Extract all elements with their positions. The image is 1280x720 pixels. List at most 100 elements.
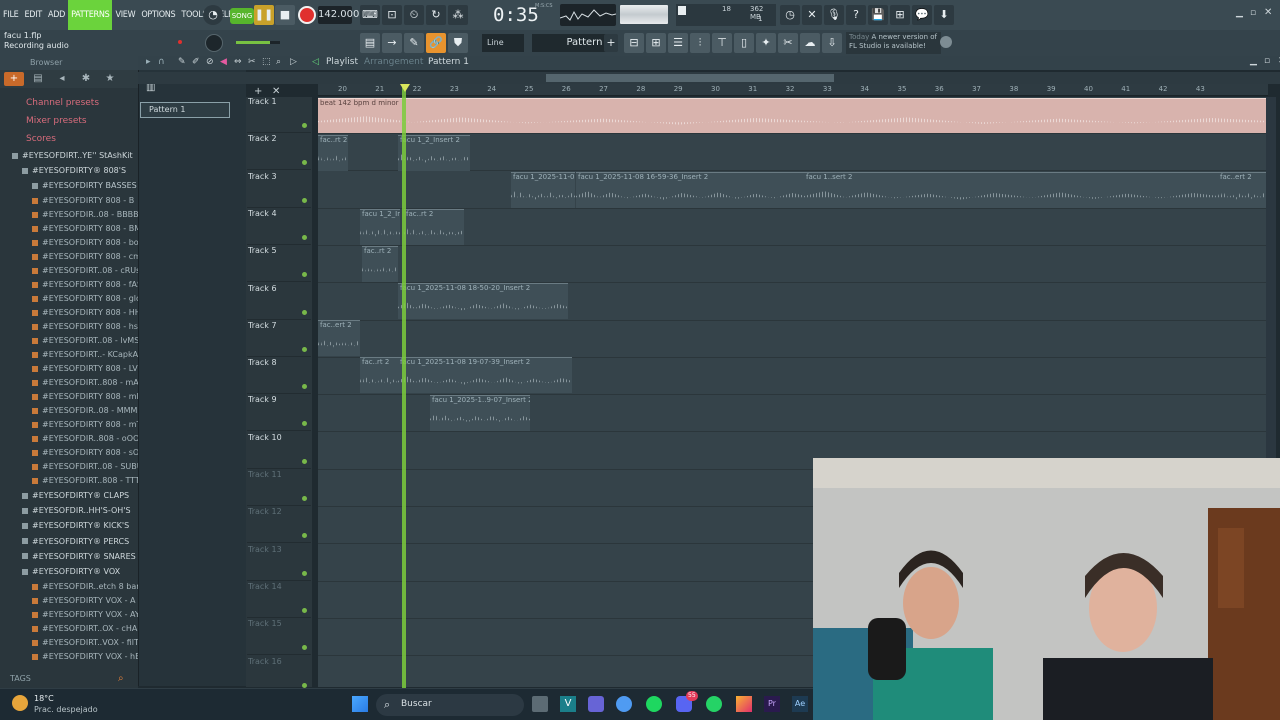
project-icon[interactable]: ▯ xyxy=(734,33,754,53)
news-panel[interactable]: Today A newer version of FL Studio is av… xyxy=(846,32,941,54)
playlist-pattern[interactable]: Pattern 1 xyxy=(428,57,469,67)
track-mute-led[interactable] xyxy=(302,384,307,390)
track-header[interactable]: Track 6 xyxy=(247,284,311,320)
audio-clip[interactable]: facu 1_2025-11-08 18-50-20_Insert 2 xyxy=(398,283,568,319)
track-mute-led[interactable] xyxy=(302,234,307,240)
track-header[interactable]: Track 9 xyxy=(247,395,311,432)
paste-icon[interactable]: ✎ xyxy=(404,33,424,53)
browser-file-808[interactable]: #EYESOFDIR..08 - MMMM xyxy=(0,404,138,418)
loop-record-icon[interactable]: ↻ xyxy=(426,5,446,25)
track-header[interactable]: Track 1 xyxy=(247,97,311,133)
track-header[interactable]: Track 2 xyxy=(247,134,311,171)
browser-file-vox[interactable]: #EYESOFDIRTY VOX - AYe xyxy=(0,608,138,622)
browser-file-808[interactable]: #EYESOFDIRTY 808 - mTR xyxy=(0,418,138,432)
pencil-tool-icon[interactable]: ✎ xyxy=(178,57,186,67)
browser-folder[interactable]: #EYESOFDIRTY® SNARES xyxy=(0,550,138,564)
weather-desc[interactable]: Prac. despejado xyxy=(34,705,98,714)
browser-file-808[interactable]: #EYESOFDIRT..08 - SUBUc xyxy=(0,460,138,474)
weather-temp[interactable]: 18°C xyxy=(34,694,54,703)
arrow-icon[interactable]: → xyxy=(382,33,402,53)
add-track-icon[interactable]: + xyxy=(254,86,262,97)
track-header[interactable]: Track 8 xyxy=(247,358,311,395)
menu-edit[interactable]: EDIT xyxy=(21,0,44,30)
channel-rack-icon[interactable]: ☰ xyxy=(668,33,688,53)
download-manager-icon[interactable]: ⇩ xyxy=(822,33,842,53)
instagram-icon[interactable] xyxy=(736,696,752,712)
menu-options[interactable]: OPTIONS xyxy=(138,0,178,30)
spotify-icon[interactable] xyxy=(646,696,662,712)
record-button[interactable] xyxy=(298,6,316,24)
metronome-icon[interactable]: ◔ xyxy=(203,5,223,25)
audio-clip[interactable]: facu 1_2_Insert 2 xyxy=(398,135,470,171)
browser-search-icon[interactable]: ⌕ xyxy=(118,673,130,685)
audio-clip[interactable]: fac..ert 2 xyxy=(318,320,360,356)
master-pitch-knob[interactable] xyxy=(205,34,223,52)
audio-clip[interactable]: fac..rt 2 xyxy=(404,209,464,245)
undo-history-icon[interactable]: ◷ xyxy=(780,5,800,25)
track-mute-led[interactable] xyxy=(302,496,307,501)
playhead-triangle-icon[interactable] xyxy=(400,84,410,92)
audio-clip[interactable]: facu 1_2_Insert 2 xyxy=(360,209,400,245)
browser-folder-root[interactable]: #EYESOFDIRT..YE'' StAshKit xyxy=(0,149,138,163)
pause-icon[interactable]: ❚❚ xyxy=(254,5,274,25)
menu-file[interactable]: FILE xyxy=(0,0,21,30)
track-header[interactable]: Track 15 xyxy=(247,619,311,656)
window-minimize-icon[interactable]: ▁ xyxy=(1236,8,1243,18)
countdown-icon[interactable]: ⏲ xyxy=(404,5,424,25)
browser-category[interactable]: Scores xyxy=(0,132,138,146)
browser-file-808[interactable]: #EYESOFDIR..808 - oOOO xyxy=(0,432,138,446)
browser-all-icon[interactable]: + xyxy=(4,72,24,86)
browser-view-icon[interactable]: ⊤ xyxy=(712,33,732,53)
slice-tool-icon[interactable]: ✂ xyxy=(248,57,256,67)
browser-folder[interactable]: #EYESOFDIRTY® VOX xyxy=(0,565,138,579)
browser-file-808[interactable]: #EYESOFDIRTY 808 - LVr xyxy=(0,362,138,376)
audio-clip[interactable]: facu 1_2025-11-08 16-59-36_Insert 2 xyxy=(576,172,806,208)
track-mute-led[interactable] xyxy=(302,421,307,427)
browser-file-808[interactable]: #EYESOFDIRT..808 - TTTTT xyxy=(0,474,138,488)
horizontal-scrollbar[interactable] xyxy=(546,74,834,82)
track-mute-led[interactable] xyxy=(302,645,307,651)
track-mute-led[interactable] xyxy=(302,458,307,464)
track-header[interactable]: Track 14 xyxy=(247,582,311,618)
browser-current-project-icon[interactable]: ▤ xyxy=(28,72,48,86)
track-mute-led[interactable] xyxy=(302,570,307,576)
windows-start-icon[interactable] xyxy=(352,696,368,712)
stamp-icon[interactable]: ⛊ xyxy=(448,33,468,53)
select-tool-icon[interactable]: ⬚ xyxy=(262,57,271,67)
audio-clip[interactable]: facu 1..sert 2 xyxy=(804,172,1218,208)
magnet-icon[interactable]: ∩ xyxy=(158,57,165,67)
browser-category[interactable]: Mixer presets xyxy=(0,114,138,128)
teams-icon[interactable] xyxy=(588,696,604,712)
playhead-marker[interactable] xyxy=(402,84,406,688)
menu-view[interactable]: VIEW xyxy=(112,0,138,30)
browser-file-808[interactable]: #EYESOFDIRTY 808 - BMud xyxy=(0,222,138,236)
menu-patterns[interactable]: PATTERNS xyxy=(68,0,113,30)
audio-clip[interactable]: facu 1_2025-11-08 16-59-36_Insert 2 xyxy=(511,172,575,208)
track-mute-led[interactable] xyxy=(302,607,307,613)
mixer-view-icon[interactable]: ⫶ xyxy=(690,33,710,53)
browser-file-808[interactable]: #EYESOFDIRT..08 - lvMSC xyxy=(0,334,138,348)
track-header[interactable]: Track 12 xyxy=(247,507,311,544)
browser-db-icon[interactable]: ✱ xyxy=(76,72,96,86)
track-mute-led[interactable] xyxy=(302,160,307,166)
track-mute-led[interactable] xyxy=(302,272,307,278)
plugin-icon[interactable]: ⊞ xyxy=(890,5,910,25)
track-header[interactable]: Track 3 xyxy=(247,172,311,208)
taskbar-search-box[interactable]: ⌕ Buscar xyxy=(376,694,524,716)
tempo-readout[interactable]: 142.000 xyxy=(318,6,359,24)
tags-label[interactable]: TAGS xyxy=(10,674,31,683)
audio-clip[interactable]: fac..rt 2 xyxy=(318,135,348,171)
audio-clip[interactable]: fac..ert 2 xyxy=(1218,172,1266,208)
copilot-icon[interactable] xyxy=(616,696,632,712)
pattern-item[interactable]: Pattern 1 xyxy=(140,102,230,118)
browser-folder[interactable]: #EYESOFDIRTY® PERCS xyxy=(0,535,138,549)
save-icon[interactable]: 💾 xyxy=(868,5,888,25)
vscode-icon[interactable]: V xyxy=(560,696,576,712)
track-header[interactable]: Track 10 xyxy=(247,433,311,469)
premiere-icon[interactable]: Pr xyxy=(764,696,780,712)
help-icon[interactable]: ? xyxy=(846,5,866,25)
track-close-icon[interactable]: ✕ xyxy=(272,86,280,97)
browser-file-vox[interactable]: #EYESOFDIRT..OX - cHANT xyxy=(0,622,138,636)
time-units-label[interactable]: M:S:CS xyxy=(535,3,553,9)
browser-file-808[interactable]: #EYESOFDIRT..08 - cRUsh xyxy=(0,264,138,278)
